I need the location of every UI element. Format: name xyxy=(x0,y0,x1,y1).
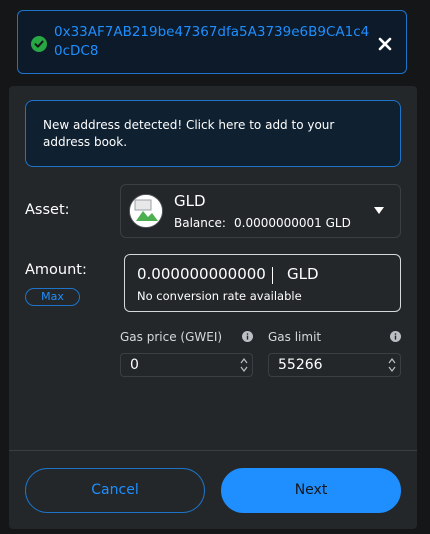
gas-price-label: Gas price (GWEI) xyxy=(120,330,223,344)
stepper-arrows-icon[interactable] xyxy=(388,357,396,373)
asset-name: GLD xyxy=(174,192,206,210)
asset-dropdown[interactable]: GLD Balance: 0.0000000001 GLD xyxy=(120,184,401,238)
conversion-note: No conversion rate available xyxy=(137,289,302,303)
gas-limit-input[interactable]: 55266 xyxy=(268,353,401,377)
stepper-arrows-icon[interactable] xyxy=(240,357,248,373)
footer-divider xyxy=(9,450,417,451)
recipient-address-bar: 0x33AF7AB219be47367dfa5A3739e6B9CA1c40cD… xyxy=(17,10,407,74)
max-button[interactable]: Max xyxy=(25,288,80,306)
gas-limit-label: Gas limit xyxy=(268,330,322,344)
asset-balance-value: 0.0000000001 GLD xyxy=(234,216,351,230)
info-icon[interactable] xyxy=(242,331,253,342)
text-cursor xyxy=(272,267,273,284)
info-icon[interactable] xyxy=(390,331,401,342)
gas-limit-value: 55266 xyxy=(278,357,323,373)
amount-label: Amount: xyxy=(25,262,87,278)
asset-label: Asset: xyxy=(25,202,70,218)
amount-input[interactable]: 0.000000000000 GLD No conversion rate av… xyxy=(124,254,401,312)
gas-price-input[interactable]: 0 xyxy=(120,353,253,377)
close-icon[interactable] xyxy=(376,35,394,53)
amount-unit: GLD xyxy=(287,265,319,283)
next-button[interactable]: Next xyxy=(221,468,401,513)
asset-balance-label: Balance: xyxy=(174,216,226,230)
chevron-down-icon xyxy=(374,207,384,214)
token-image-icon xyxy=(129,194,163,228)
gas-price-value: 0 xyxy=(130,357,139,373)
send-form-panel: New address detected! Click here to add … xyxy=(9,86,417,529)
new-address-notice[interactable]: New address detected! Click here to add … xyxy=(25,100,401,167)
check-circle-icon xyxy=(31,36,47,52)
amount-value: 0.000000000000 xyxy=(137,265,266,283)
recipient-address: 0x33AF7AB219be47367dfa5A3739e6B9CA1c40cD… xyxy=(54,24,370,59)
cancel-button[interactable]: Cancel xyxy=(25,468,205,513)
